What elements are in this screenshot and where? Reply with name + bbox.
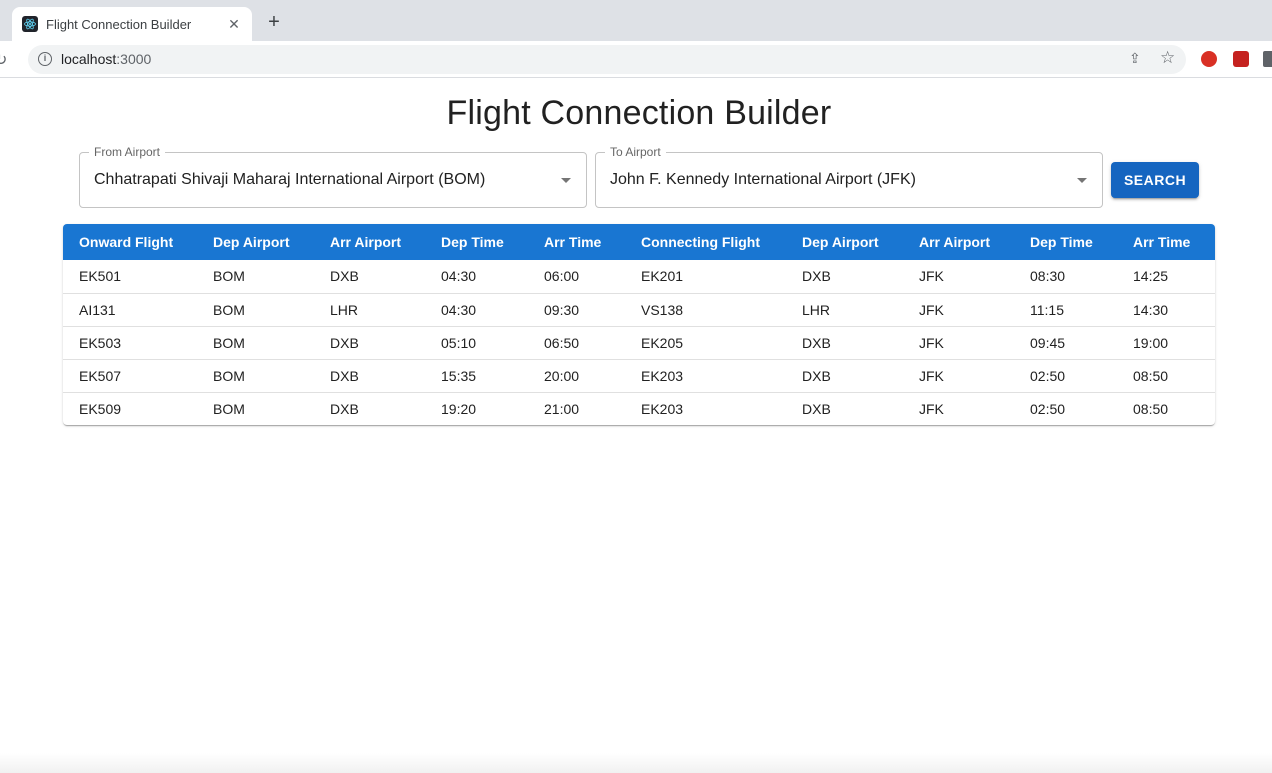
table-cell: 09:45 (1030, 334, 1066, 351)
table-cell: JFK (919, 301, 944, 318)
connections-table: Onward Flight Dep Airport Arr Airport De… (63, 224, 1215, 425)
table-cell: DXB (802, 367, 831, 384)
url-host: localhost (61, 51, 117, 67)
table-cell: DXB (330, 367, 359, 384)
to-airport-select[interactable]: To Airport John F. Kennedy International… (595, 145, 1103, 208)
column-header: Onward Flight (79, 234, 174, 250)
table-row: EK503 BOM DXB 05:10 06:50 EK205 DXB JFK … (63, 326, 1215, 359)
share-icon[interactable]: ⇪ (1129, 50, 1141, 67)
column-header: Dep Time (441, 234, 504, 250)
browser-tab[interactable]: Flight Connection Builder ✕ (12, 7, 252, 41)
extension-icon-grid[interactable] (1233, 51, 1249, 67)
url-port: :3000 (116, 51, 152, 67)
table-cell: JFK (919, 367, 944, 384)
extension-icon-red[interactable] (1201, 51, 1217, 67)
column-header: Arr Time (1133, 234, 1191, 250)
url-text: localhost:3000 (61, 51, 151, 67)
table-cell: DXB (330, 268, 359, 285)
table-cell: BOM (213, 367, 245, 384)
table-cell: JFK (919, 268, 944, 285)
new-tab-button[interactable]: + (263, 11, 285, 33)
table-cell: 08:50 (1133, 367, 1169, 384)
table-cell: 04:30 (441, 268, 477, 285)
table-cell: DXB (802, 268, 831, 285)
table-cell: 04:30 (441, 301, 477, 318)
table-cell: BOM (213, 268, 245, 285)
table-cell: BOM (213, 400, 245, 417)
table-cell: 19:20 (441, 400, 477, 417)
table-cell: JFK (919, 334, 944, 351)
table-cell: LHR (802, 301, 831, 318)
table-cell: EK503 (79, 334, 122, 351)
table-cell: EK509 (79, 400, 122, 417)
table-cell: EK203 (641, 400, 684, 417)
from-airport-select[interactable]: From Airport Chhatrapati Shivaji Maharaj… (79, 145, 587, 208)
to-airport-value: John F. Kennedy International Airport (J… (610, 171, 916, 188)
tab-title: Flight Connection Builder (46, 16, 192, 32)
dropdown-arrow-icon[interactable] (1077, 178, 1087, 183)
table-cell: 02:50 (1030, 400, 1066, 417)
column-header: Arr Time (544, 234, 602, 250)
column-header: Dep Airport (213, 234, 290, 250)
search-button[interactable]: SEARCH (1111, 162, 1199, 198)
table-cell: 05:10 (441, 334, 477, 351)
browser-toolbar: ↻ i localhost:3000 ⇪ ☆ (0, 41, 1272, 78)
reload-icon[interactable]: ↻ (0, 50, 7, 70)
to-airport-label: To Airport (605, 145, 666, 159)
extensions-puzzle-icon[interactable] (1263, 51, 1272, 67)
table-cell: 08:50 (1133, 400, 1169, 417)
table-cell: BOM (213, 301, 245, 318)
table-cell: EK203 (641, 367, 684, 384)
bookmark-star-icon[interactable]: ☆ (1160, 48, 1175, 68)
table-cell: 02:50 (1030, 367, 1066, 384)
table-cell: 09:30 (544, 301, 580, 318)
table-cell: EK201 (641, 268, 684, 285)
table-cell: 15:35 (441, 367, 477, 384)
table-cell: AI131 (79, 301, 116, 318)
table-cell: DXB (330, 400, 359, 417)
table-header-row: Onward Flight Dep Airport Arr Airport De… (63, 224, 1215, 260)
table-cell: VS138 (641, 301, 684, 318)
table-cell: LHR (330, 301, 359, 318)
table-cell: DXB (802, 334, 831, 351)
column-header: Connecting Flight (641, 234, 760, 250)
table-cell: EK501 (79, 268, 122, 285)
from-airport-label: From Airport (89, 145, 166, 159)
table-cell: DXB (330, 334, 359, 351)
table-cell: EK507 (79, 367, 122, 384)
table-cell: 08:30 (1030, 268, 1066, 285)
dropdown-arrow-icon[interactable] (561, 178, 571, 183)
table-cell: 06:50 (544, 334, 580, 351)
table-row: EK507 BOM DXB 15:35 20:00 EK203 DXB JFK … (63, 359, 1215, 392)
react-logo-icon (22, 16, 38, 32)
table-cell: 21:00 (544, 400, 580, 417)
table-row: EK501 BOM DXB 04:30 06:00 EK201 DXB JFK … (63, 260, 1215, 293)
from-airport-value: Chhatrapati Shivaji Maharaj Internationa… (94, 171, 486, 188)
table-cell: 19:00 (1133, 334, 1169, 351)
table-cell: DXB (802, 400, 831, 417)
browser-tabstrip: Flight Connection Builder ✕ + (0, 0, 1272, 41)
column-header: Dep Airport (802, 234, 879, 250)
table-cell: EK205 (641, 334, 684, 351)
column-header: Arr Airport (330, 234, 402, 250)
site-info-icon[interactable]: i (38, 52, 52, 66)
window-bottom-edge (0, 753, 1272, 773)
close-tab-icon[interactable]: ✕ (226, 16, 242, 33)
table-cell: JFK (919, 400, 944, 417)
column-header: Arr Airport (919, 234, 991, 250)
table-cell: BOM (213, 334, 245, 351)
address-bar[interactable]: i localhost:3000 ⇪ ☆ (28, 45, 1186, 74)
table-cell: 20:00 (544, 367, 580, 384)
table-cell: 11:15 (1030, 301, 1064, 318)
table-cell: 06:00 (544, 268, 580, 285)
table-cell: 14:30 (1133, 301, 1169, 318)
column-header: Dep Time (1030, 234, 1093, 250)
table-row: EK509 BOM DXB 19:20 21:00 EK203 DXB JFK … (63, 392, 1215, 425)
page-title: Flight Connection Builder (446, 94, 832, 132)
table-cell: 14:25 (1133, 268, 1169, 285)
table-row: AI131 BOM LHR 04:30 09:30 VS138 LHR JFK … (63, 293, 1215, 326)
